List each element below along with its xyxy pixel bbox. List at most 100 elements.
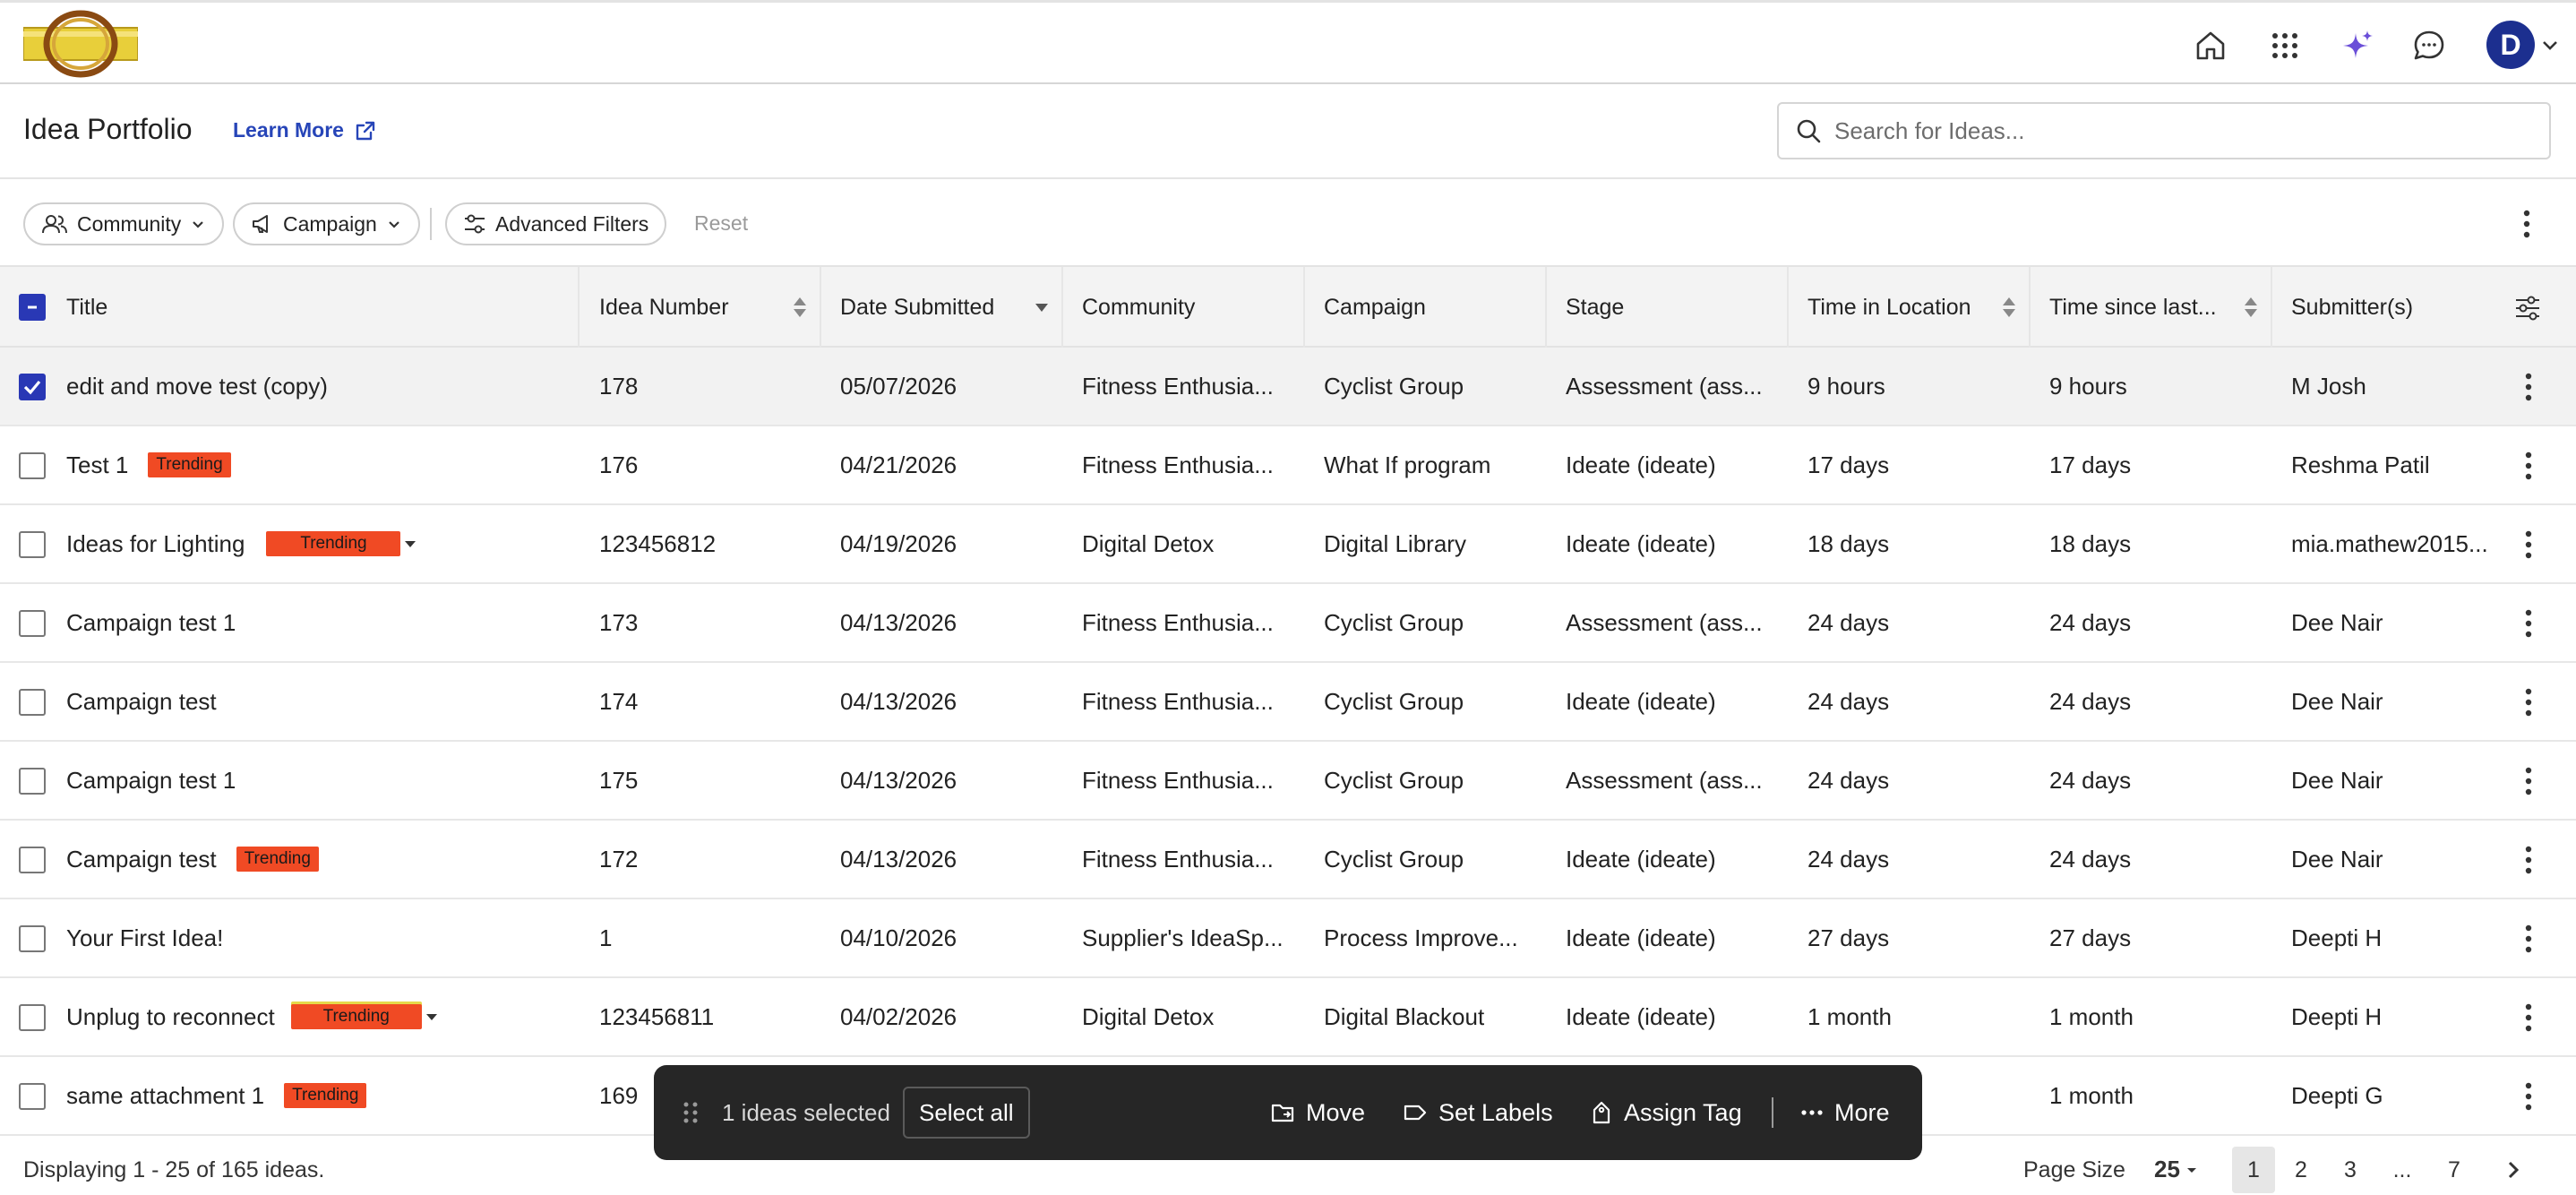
column-settings-icon[interactable]	[2513, 294, 2542, 322]
search-box[interactable]	[1777, 102, 2551, 159]
page-button[interactable]: 1	[2232, 1147, 2275, 1193]
move-button[interactable]: Move	[1270, 1092, 1365, 1133]
row-checkbox[interactable]	[19, 925, 46, 952]
idea-title[interactable]: edit and move test (copy)	[66, 373, 328, 400]
row-actions-icon[interactable]	[2517, 369, 2540, 405]
chat-icon[interactable]	[2408, 24, 2451, 67]
row-checkbox[interactable]	[19, 1083, 46, 1110]
row-checkbox[interactable]	[19, 374, 46, 400]
table-row[interactable]: Campaign test 1 173 04/13/2026 Fitness E…	[0, 584, 2576, 663]
column-header-community[interactable]: Community	[1082, 267, 1195, 348]
more-actions-button[interactable]: More	[1800, 1092, 1890, 1133]
row-actions-icon[interactable]	[2517, 684, 2540, 720]
row-actions-icon[interactable]	[2517, 527, 2540, 563]
table-row[interactable]: Unplug to reconnect Trending 123456811 0…	[0, 978, 2576, 1057]
idea-title-cell[interactable]: Your First Idea!	[66, 899, 223, 976]
idea-title[interactable]: Unplug to reconnect	[66, 1003, 275, 1031]
row-checkbox[interactable]	[19, 689, 46, 716]
table-row[interactable]: Ideas for Lighting Trending 123456812 04…	[0, 505, 2576, 584]
idea-title-cell[interactable]: Campaign test 1	[66, 742, 236, 819]
sort-icon[interactable]	[790, 295, 810, 320]
idea-title-cell[interactable]: Campaign test	[66, 663, 217, 740]
page-button[interactable]: 2	[2280, 1147, 2323, 1193]
community-filter[interactable]: Community	[23, 202, 225, 245]
reset-button[interactable]: Reset	[694, 211, 748, 236]
trending-badge-group[interactable]: Trending	[266, 531, 420, 556]
sort-icon[interactable]	[2241, 295, 2261, 320]
idea-title-cell[interactable]: Campaign test 1	[66, 584, 236, 661]
caret-down-icon	[2186, 1167, 2196, 1173]
idea-title[interactable]: Campaign test	[66, 846, 217, 873]
row-checkbox[interactable]	[19, 768, 46, 795]
more-options-icon[interactable]	[2513, 206, 2540, 242]
column-header-time-in-location[interactable]: Time in Location	[1807, 267, 1971, 348]
select-all-checkbox[interactable]	[19, 294, 46, 321]
table-row[interactable]: edit and move test (copy) 178 05/07/2026…	[0, 348, 2576, 426]
time-since-last: 1 month	[2049, 1002, 2134, 1030]
home-icon[interactable]	[2189, 24, 2232, 67]
trending-badge-group[interactable]: Trending	[290, 1004, 442, 1029]
page-button[interactable]: 7	[2433, 1147, 2476, 1193]
column-header-title[interactable]: Title	[66, 267, 107, 348]
column-header-date-submitted[interactable]: Date Submitted	[840, 267, 994, 348]
row-actions-icon[interactable]	[2517, 921, 2540, 957]
advanced-filters-button[interactable]: Advanced Filters	[445, 202, 667, 245]
filter-divider	[430, 208, 432, 240]
assign-tag-button[interactable]: Assign Tag	[1590, 1092, 1742, 1133]
apps-grid-icon[interactable]	[2263, 24, 2306, 67]
column-header-campaign[interactable]: Campaign	[1324, 267, 1426, 348]
row-actions-icon[interactable]	[2517, 1000, 2540, 1036]
row-actions-icon[interactable]	[2517, 448, 2540, 484]
select-all-button[interactable]: Select all	[903, 1087, 1030, 1139]
caret-down-icon[interactable]	[422, 1008, 442, 1026]
row-actions-icon[interactable]	[2517, 842, 2540, 878]
time-since-last: 17 days	[2049, 451, 2132, 478]
idea-title-cell[interactable]: Unplug to reconnect Trending	[66, 978, 442, 1055]
idea-title[interactable]: Ideas for Lighting	[66, 530, 245, 558]
search-input[interactable]	[1834, 116, 2515, 145]
caret-down-icon[interactable]	[400, 535, 420, 553]
idea-number: 174	[599, 687, 639, 715]
page-size-select[interactable]: 25	[2154, 1156, 2200, 1183]
row-actions-icon[interactable]	[2517, 763, 2540, 799]
column-header-idea-number[interactable]: Idea Number	[599, 267, 729, 348]
row-checkbox[interactable]	[19, 452, 46, 479]
sort-descending-icon[interactable]	[1032, 295, 1052, 320]
idea-title-cell[interactable]: Test 1 Trending	[66, 426, 231, 503]
column-header-submitters[interactable]: Submitter(s)	[2291, 267, 2413, 348]
idea-title[interactable]: Campaign test 1	[66, 609, 236, 637]
row-actions-icon[interactable]	[2517, 606, 2540, 641]
drag-handle-icon[interactable]	[681, 1099, 700, 1126]
idea-title-cell[interactable]: same attachment 1 Trending	[66, 1057, 367, 1134]
idea-title[interactable]: Campaign test	[66, 688, 217, 716]
row-checkbox[interactable]	[19, 1004, 46, 1031]
table-row[interactable]: Your First Idea! 1 04/10/2026 Supplier's…	[0, 899, 2576, 978]
page-button[interactable]: 3	[2329, 1147, 2372, 1193]
ai-sparkle-icon[interactable]	[2336, 24, 2379, 67]
column-header-stage[interactable]: Stage	[1566, 267, 1624, 348]
column-header-time-since-last[interactable]: Time since last...	[2049, 267, 2217, 348]
row-checkbox[interactable]	[19, 610, 46, 637]
row-checkbox[interactable]	[19, 531, 46, 558]
company-logo[interactable]	[22, 10, 139, 78]
sort-icon[interactable]	[1999, 295, 2019, 320]
chevron-down-icon[interactable]	[2538, 33, 2562, 56]
table-row[interactable]: Campaign test 1 175 04/13/2026 Fitness E…	[0, 742, 2576, 821]
avatar[interactable]: D	[2486, 21, 2535, 69]
learn-more-link[interactable]: Learn More	[233, 118, 376, 142]
row-actions-icon[interactable]	[2517, 1079, 2540, 1114]
idea-title[interactable]: Campaign test 1	[66, 767, 236, 795]
idea-title-cell[interactable]: Ideas for Lighting Trending	[66, 505, 420, 582]
idea-title-cell[interactable]: Campaign test Trending	[66, 821, 319, 898]
next-page-icon[interactable]	[2492, 1147, 2535, 1193]
idea-title[interactable]: Test 1	[66, 451, 128, 479]
table-row[interactable]: Campaign test Trending 172 04/13/2026 Fit…	[0, 821, 2576, 899]
campaign-filter[interactable]: Campaign	[233, 202, 420, 245]
idea-title-cell[interactable]: edit and move test (copy)	[66, 348, 328, 425]
idea-title[interactable]: same attachment 1	[66, 1082, 264, 1110]
row-checkbox[interactable]	[19, 847, 46, 873]
table-row[interactable]: Campaign test 174 04/13/2026 Fitness Ent…	[0, 663, 2576, 742]
idea-title[interactable]: Your First Idea!	[66, 924, 223, 952]
table-row[interactable]: Test 1 Trending 176 04/21/2026 Fitness En…	[0, 426, 2576, 505]
set-labels-button[interactable]: Set Labels	[1403, 1092, 1553, 1133]
